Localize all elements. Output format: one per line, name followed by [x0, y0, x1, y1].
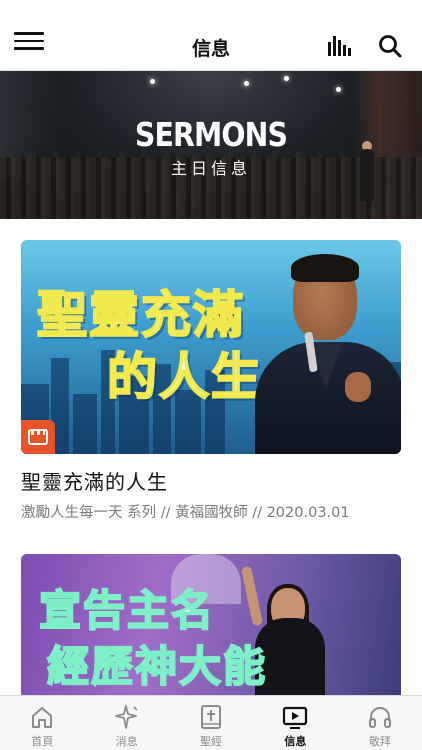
sermons-hero-banner: SERMONS 主日信息 [0, 71, 422, 219]
tab-label: 敬拜 [368, 735, 391, 748]
church-logo-icon [21, 420, 55, 454]
headphones-icon [368, 707, 391, 728]
audio-bars-icon[interactable] [328, 36, 354, 56]
tab-label: 信息 [284, 735, 307, 748]
ceiling-light [284, 76, 289, 81]
bottom-tab-bar: 首頁 消息 聖經 信息 敬拜 [0, 695, 422, 750]
tab-label: 首頁 [31, 735, 54, 748]
hero-subheading: 主日信息 [170, 159, 251, 178]
tab-bible[interactable]: 聖經 [169, 696, 253, 750]
home-icon [32, 707, 53, 728]
sermon-card[interactable]: 聖靈充滿 的人生 聖靈充滿的人生 激勵人生每一天 系列 // 黃福國牧師 // … [21, 240, 401, 522]
tab-label: 聖經 [200, 735, 223, 748]
crown-icon [28, 429, 48, 445]
app-header: 信息 [0, 0, 422, 71]
ceiling-light [244, 81, 249, 86]
ceiling-light [150, 79, 155, 84]
sermon-title[interactable]: 聖靈充滿的人生 [21, 466, 401, 495]
tab-worship[interactable]: 敬拜 [338, 696, 422, 750]
thumbnail-title-line2: 經歷神大能 [46, 642, 268, 691]
thumbnail-title-line1: 聖靈充滿 [36, 286, 245, 344]
sermon-thumbnail[interactable]: 聖靈充滿 的人生 [21, 240, 401, 454]
bible-icon [201, 705, 222, 729]
sermon-card[interactable]: 宣告主名 經歷神大能 [21, 554, 401, 695]
sermon-meta: 激勵人生每一天 系列 // 黃福國牧師 // 2020.03.01 [21, 505, 350, 521]
thumbnail-title-line2: 的人生 [106, 348, 263, 406]
tab-sermons[interactable]: 信息 [253, 696, 337, 750]
thumbnail-title-line1: 宣告主名 [38, 586, 216, 635]
tab-home[interactable]: 首頁 [0, 696, 84, 750]
ceiling-light [336, 87, 341, 92]
hero-heading: SERMONS [134, 115, 288, 154]
sparkle-icon [114, 705, 138, 729]
pastor-photo [245, 254, 401, 454]
page-title: 信息 [191, 38, 230, 60]
tab-label: 消息 [115, 735, 138, 748]
tab-news[interactable]: 消息 [84, 696, 168, 750]
search-icon[interactable] [378, 34, 402, 58]
play-video-icon [283, 706, 308, 729]
sermon-thumbnail[interactable]: 宣告主名 經歷神大能 [21, 554, 401, 695]
